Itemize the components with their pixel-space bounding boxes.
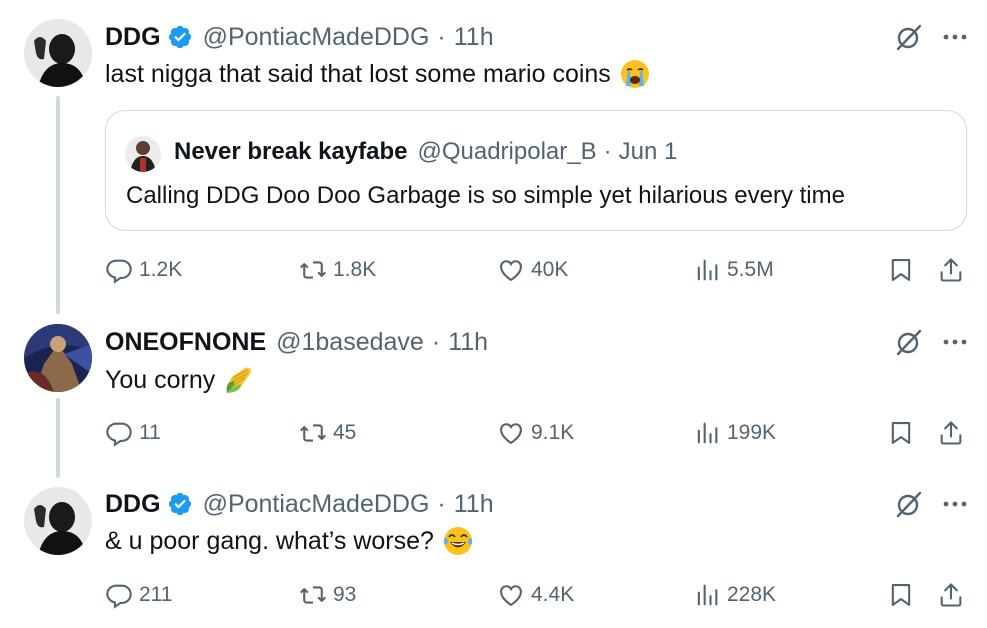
thread-line bbox=[56, 96, 60, 314]
tweet-header: DDG @PontiacMadeDDG · 11h bbox=[105, 22, 494, 52]
reply-count: 11 bbox=[139, 421, 161, 444]
reply-button[interactable]: 11 bbox=[105, 416, 161, 450]
handle[interactable]: @1basedave bbox=[276, 328, 424, 357]
share-button[interactable] bbox=[937, 416, 965, 450]
tweet-actions: 1.2K 1.8K 40K 5.5M bbox=[105, 253, 970, 287]
like-count: 4.4K bbox=[531, 583, 575, 606]
bookmark-icon bbox=[891, 584, 911, 606]
tweet-text-content: You corny bbox=[105, 365, 216, 394]
quoted-avatar[interactable] bbox=[125, 136, 161, 172]
reply-count: 211 bbox=[139, 583, 173, 606]
share-button[interactable] bbox=[937, 253, 965, 287]
timestamp[interactable]: 11h bbox=[448, 328, 488, 357]
verified-badge-icon[interactable] bbox=[167, 491, 193, 517]
grok-icon[interactable] bbox=[894, 22, 924, 52]
avatar[interactable] bbox=[24, 19, 92, 87]
like-button[interactable]: 4.4K bbox=[497, 578, 574, 612]
like-button[interactable]: 40K bbox=[497, 253, 568, 287]
avatar[interactable] bbox=[24, 324, 92, 392]
handle[interactable]: @PontiacMadeDDG bbox=[203, 23, 430, 52]
separator-dot: · bbox=[603, 138, 612, 165]
views-chart-icon bbox=[697, 584, 718, 606]
reply-button[interactable]: 211 bbox=[105, 578, 172, 612]
reply-icon bbox=[106, 584, 132, 609]
reply-button[interactable]: 1.2K bbox=[105, 253, 182, 287]
repost-icon bbox=[300, 424, 326, 442]
quoted-header: Never break kayfabe @Quadripolar_B · Jun… bbox=[174, 138, 677, 166]
separator-dot: · bbox=[431, 327, 441, 356]
more-options-icon[interactable] bbox=[940, 489, 970, 519]
views-button[interactable]: 5.5M bbox=[693, 253, 774, 287]
bookmark-icon bbox=[891, 259, 911, 281]
like-count: 9.1K bbox=[531, 421, 575, 444]
views-button[interactable]: 228K bbox=[693, 578, 776, 612]
face-with-tears-of-joy-icon bbox=[443, 527, 473, 555]
display-name[interactable]: ONEOFNONE bbox=[105, 328, 266, 357]
heart-icon bbox=[500, 585, 522, 607]
quoted-display-name: Never break kayfabe bbox=[174, 138, 408, 165]
bookmark-icon bbox=[891, 422, 911, 444]
display-name[interactable]: DDG bbox=[105, 23, 161, 52]
more-options-icon[interactable] bbox=[940, 22, 970, 52]
timestamp[interactable]: 11h bbox=[454, 23, 494, 52]
bookmark-button[interactable] bbox=[887, 578, 915, 612]
tweet-header: DDG @PontiacMadeDDG · 11h bbox=[105, 489, 494, 519]
grok-icon[interactable] bbox=[894, 327, 924, 357]
heart-icon bbox=[500, 260, 522, 282]
quoted-handle: @Quadripolar_B bbox=[417, 138, 597, 165]
reply-icon bbox=[106, 422, 132, 447]
share-icon bbox=[940, 258, 962, 282]
repost-count: 93 bbox=[333, 583, 357, 606]
heart-icon bbox=[500, 423, 522, 445]
reply-icon bbox=[106, 259, 132, 284]
grok-icon[interactable] bbox=[894, 489, 924, 519]
repost-icon bbox=[300, 586, 326, 604]
repost-button[interactable]: 45 bbox=[299, 416, 356, 450]
views-chart-icon bbox=[697, 259, 718, 281]
repost-button[interactable]: 93 bbox=[299, 578, 356, 612]
share-icon bbox=[940, 421, 962, 445]
tweet-header: ONEOFNONE @1basedave · 11h bbox=[105, 327, 488, 357]
more-options-icon[interactable] bbox=[940, 327, 970, 357]
ear-of-corn-icon bbox=[226, 367, 252, 393]
tweet-text-content: & u poor gang. what’s worse? bbox=[105, 526, 434, 555]
quoted-text: Calling DDG Doo Doo Garbage is so simple… bbox=[126, 182, 845, 209]
like-count: 40K bbox=[531, 258, 569, 281]
tweet-text: last nigga that said that lost some mari… bbox=[105, 56, 651, 92]
thread-line bbox=[56, 398, 60, 478]
quoted-tweet[interactable]: Never break kayfabe @Quadripolar_B · Jun… bbox=[105, 110, 967, 231]
display-name[interactable]: DDG bbox=[105, 490, 161, 519]
repost-icon bbox=[300, 261, 326, 279]
reply-count: 1.2K bbox=[139, 258, 183, 281]
quoted-timestamp: Jun 1 bbox=[618, 138, 678, 165]
views-chart-icon bbox=[697, 422, 718, 444]
repost-count: 1.8K bbox=[333, 258, 377, 281]
tweet-text-content: last nigga that said that lost some mari… bbox=[105, 59, 611, 88]
view-count: 5.5M bbox=[727, 258, 774, 281]
tweet-text: & u poor gang. what’s worse? bbox=[105, 523, 474, 559]
like-button[interactable]: 9.1K bbox=[497, 416, 574, 450]
verified-badge-icon[interactable] bbox=[167, 24, 193, 50]
view-count: 228K bbox=[727, 583, 777, 606]
separator-dot: · bbox=[437, 22, 446, 51]
tweet-actions: 211 93 4.4K 228K bbox=[105, 578, 970, 612]
repost-button[interactable]: 1.8K bbox=[299, 253, 376, 287]
loudly-crying-face-icon bbox=[620, 60, 649, 88]
timestamp[interactable]: 11h bbox=[454, 490, 494, 519]
bookmark-button[interactable] bbox=[887, 253, 915, 287]
tweet-text: You corny bbox=[105, 362, 255, 398]
separator-dot: · bbox=[437, 489, 446, 518]
share-icon bbox=[940, 583, 962, 607]
share-button[interactable] bbox=[937, 578, 965, 612]
bookmark-button[interactable] bbox=[887, 416, 915, 450]
handle[interactable]: @PontiacMadeDDG bbox=[203, 490, 430, 519]
repost-count: 45 bbox=[333, 421, 357, 444]
views-button[interactable]: 199K bbox=[693, 416, 776, 450]
view-count: 199K bbox=[727, 421, 777, 444]
avatar[interactable] bbox=[24, 487, 92, 555]
tweet-actions: 11 45 9.1K 199K bbox=[105, 416, 970, 450]
